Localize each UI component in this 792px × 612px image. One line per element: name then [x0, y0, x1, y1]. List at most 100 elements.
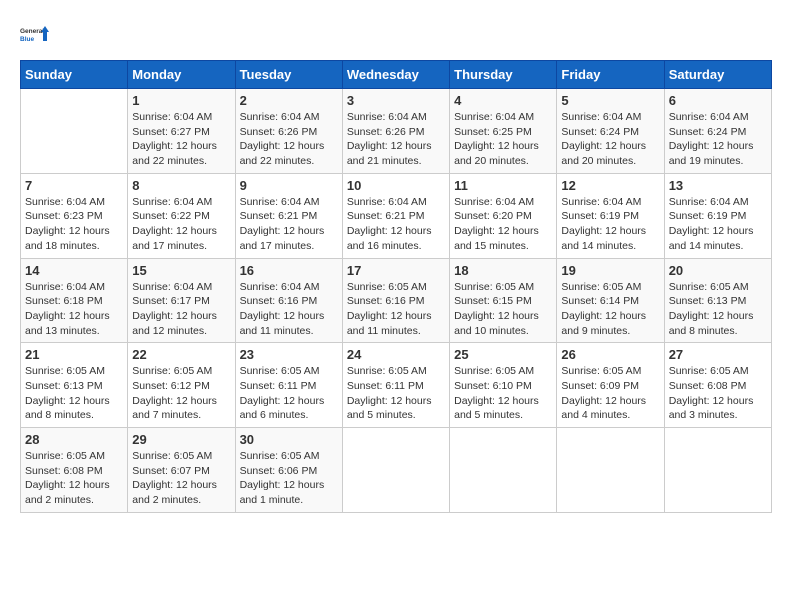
svg-text:Blue: Blue — [20, 36, 34, 43]
logo: GeneralBlue — [20, 20, 50, 50]
day-info: Sunrise: 6:04 AM Sunset: 6:21 PM Dayligh… — [240, 195, 338, 254]
weekday-header: Tuesday — [235, 61, 342, 89]
day-info: Sunrise: 6:04 AM Sunset: 6:26 PM Dayligh… — [240, 110, 338, 169]
calendar-cell: 3 Sunrise: 6:04 AM Sunset: 6:26 PM Daylig… — [342, 89, 449, 174]
calendar-table: SundayMondayTuesdayWednesdayThursdayFrid… — [20, 60, 772, 513]
day-number: 22 — [132, 347, 230, 362]
day-info: Sunrise: 6:04 AM Sunset: 6:24 PM Dayligh… — [561, 110, 659, 169]
day-number: 20 — [669, 263, 767, 278]
day-number: 15 — [132, 263, 230, 278]
calendar-cell: 6 Sunrise: 6:04 AM Sunset: 6:24 PM Daylig… — [664, 89, 771, 174]
day-info: Sunrise: 6:05 AM Sunset: 6:07 PM Dayligh… — [132, 449, 230, 508]
day-info: Sunrise: 6:05 AM Sunset: 6:16 PM Dayligh… — [347, 280, 445, 339]
day-number: 6 — [669, 93, 767, 108]
calendar-cell: 29Sunrise: 6:05 AM Sunset: 6:07 PM Dayli… — [128, 428, 235, 513]
day-info: Sunrise: 6:04 AM Sunset: 6:20 PM Dayligh… — [454, 195, 552, 254]
day-number: 18 — [454, 263, 552, 278]
calendar-week: 14 Sunrise: 6:04 AM Sunset: 6:18 PM Dayli… — [21, 258, 772, 343]
day-number: 9 — [240, 178, 338, 193]
day-info: Sunrise: 6:05 AM Sunset: 6:08 PM Dayligh… — [25, 449, 123, 508]
day-info: Sunrise: 6:05 AM Sunset: 6:09 PM Dayligh… — [561, 364, 659, 423]
day-number: 13 — [669, 178, 767, 193]
weekday-header: Saturday — [664, 61, 771, 89]
day-info: Sunrise: 6:05 AM Sunset: 6:13 PM Dayligh… — [669, 280, 767, 339]
calendar-cell: 21Sunrise: 6:05 AM Sunset: 6:13 PM Dayli… — [21, 343, 128, 428]
day-info: Sunrise: 6:05 AM Sunset: 6:11 PM Dayligh… — [240, 364, 338, 423]
calendar-cell — [450, 428, 557, 513]
day-number: 11 — [454, 178, 552, 193]
svg-text:General: General — [20, 28, 44, 35]
day-info: Sunrise: 6:05 AM Sunset: 6:13 PM Dayligh… — [25, 364, 123, 423]
calendar-cell: 11 Sunrise: 6:04 AM Sunset: 6:20 PM Dayli… — [450, 173, 557, 258]
calendar-cell: 28 Sunrise: 6:05 AM Sunset: 6:08 PM Dayli… — [21, 428, 128, 513]
weekday-header: Monday — [128, 61, 235, 89]
day-info: Sunrise: 6:05 AM Sunset: 6:10 PM Dayligh… — [454, 364, 552, 423]
day-info: Sunrise: 6:04 AM Sunset: 6:17 PM Dayligh… — [132, 280, 230, 339]
day-number: 19 — [561, 263, 659, 278]
weekday-header: Sunday — [21, 61, 128, 89]
calendar-cell: 4 Sunrise: 6:04 AM Sunset: 6:25 PM Daylig… — [450, 89, 557, 174]
day-number: 1 — [132, 93, 230, 108]
page-header: GeneralBlue — [20, 20, 772, 50]
calendar-cell — [557, 428, 664, 513]
day-info: Sunrise: 6:05 AM Sunset: 6:15 PM Dayligh… — [454, 280, 552, 339]
day-info: Sunrise: 6:04 AM Sunset: 6:23 PM Dayligh… — [25, 195, 123, 254]
day-number: 14 — [25, 263, 123, 278]
day-number: 5 — [561, 93, 659, 108]
day-info: Sunrise: 6:04 AM Sunset: 6:16 PM Dayligh… — [240, 280, 338, 339]
calendar-cell — [664, 428, 771, 513]
calendar-cell: 14 Sunrise: 6:04 AM Sunset: 6:18 PM Dayli… — [21, 258, 128, 343]
day-info: Sunrise: 6:05 AM Sunset: 6:11 PM Dayligh… — [347, 364, 445, 423]
calendar-cell: 15 Sunrise: 6:04 AM Sunset: 6:17 PM Dayli… — [128, 258, 235, 343]
calendar-cell: 30Sunrise: 6:05 AM Sunset: 6:06 PM Dayli… — [235, 428, 342, 513]
logo-icon: GeneralBlue — [20, 20, 50, 50]
day-number: 4 — [454, 93, 552, 108]
calendar-cell: 17 Sunrise: 6:05 AM Sunset: 6:16 PM Dayli… — [342, 258, 449, 343]
calendar-cell: 20 Sunrise: 6:05 AM Sunset: 6:13 PM Dayli… — [664, 258, 771, 343]
day-info: Sunrise: 6:04 AM Sunset: 6:27 PM Dayligh… — [132, 110, 230, 169]
day-number: 8 — [132, 178, 230, 193]
calendar-week: 7 Sunrise: 6:04 AM Sunset: 6:23 PM Daylig… — [21, 173, 772, 258]
day-number: 25 — [454, 347, 552, 362]
day-number: 16 — [240, 263, 338, 278]
day-number: 3 — [347, 93, 445, 108]
day-info: Sunrise: 6:04 AM Sunset: 6:24 PM Dayligh… — [669, 110, 767, 169]
calendar-week: 21Sunrise: 6:05 AM Sunset: 6:13 PM Dayli… — [21, 343, 772, 428]
calendar-cell: 19Sunrise: 6:05 AM Sunset: 6:14 PM Dayli… — [557, 258, 664, 343]
day-info: Sunrise: 6:04 AM Sunset: 6:21 PM Dayligh… — [347, 195, 445, 254]
calendar-cell: 10 Sunrise: 6:04 AM Sunset: 6:21 PM Dayli… — [342, 173, 449, 258]
calendar-cell — [342, 428, 449, 513]
day-info: Sunrise: 6:05 AM Sunset: 6:12 PM Dayligh… — [132, 364, 230, 423]
day-info: Sunrise: 6:04 AM Sunset: 6:18 PM Dayligh… — [25, 280, 123, 339]
day-number: 10 — [347, 178, 445, 193]
calendar-cell: 24Sunrise: 6:05 AM Sunset: 6:11 PM Dayli… — [342, 343, 449, 428]
calendar-cell: 9 Sunrise: 6:04 AM Sunset: 6:21 PM Daylig… — [235, 173, 342, 258]
calendar-cell: 26Sunrise: 6:05 AM Sunset: 6:09 PM Dayli… — [557, 343, 664, 428]
day-number: 17 — [347, 263, 445, 278]
calendar-cell: 23Sunrise: 6:05 AM Sunset: 6:11 PM Dayli… — [235, 343, 342, 428]
day-info: Sunrise: 6:05 AM Sunset: 6:06 PM Dayligh… — [240, 449, 338, 508]
day-number: 12 — [561, 178, 659, 193]
calendar-cell: 27Sunrise: 6:05 AM Sunset: 6:08 PM Dayli… — [664, 343, 771, 428]
weekday-header: Wednesday — [342, 61, 449, 89]
calendar-cell: 13 Sunrise: 6:04 AM Sunset: 6:19 PM Dayli… — [664, 173, 771, 258]
calendar-cell: 12 Sunrise: 6:04 AM Sunset: 6:19 PM Dayli… — [557, 173, 664, 258]
day-number: 7 — [25, 178, 123, 193]
calendar-cell: 7 Sunrise: 6:04 AM Sunset: 6:23 PM Daylig… — [21, 173, 128, 258]
calendar-cell: 16 Sunrise: 6:04 AM Sunset: 6:16 PM Dayli… — [235, 258, 342, 343]
calendar-cell: 1 Sunrise: 6:04 AM Sunset: 6:27 PM Daylig… — [128, 89, 235, 174]
day-info: Sunrise: 6:04 AM Sunset: 6:19 PM Dayligh… — [669, 195, 767, 254]
day-info: Sunrise: 6:04 AM Sunset: 6:26 PM Dayligh… — [347, 110, 445, 169]
calendar-cell: 25 Sunrise: 6:05 AM Sunset: 6:10 PM Dayli… — [450, 343, 557, 428]
day-number: 28 — [25, 432, 123, 447]
day-info: Sunrise: 6:04 AM Sunset: 6:19 PM Dayligh… — [561, 195, 659, 254]
calendar-week: 1 Sunrise: 6:04 AM Sunset: 6:27 PM Daylig… — [21, 89, 772, 174]
day-info: Sunrise: 6:04 AM Sunset: 6:22 PM Dayligh… — [132, 195, 230, 254]
calendar-body: 1 Sunrise: 6:04 AM Sunset: 6:27 PM Daylig… — [21, 89, 772, 513]
calendar-cell: 18 Sunrise: 6:05 AM Sunset: 6:15 PM Dayli… — [450, 258, 557, 343]
calendar-cell: 5 Sunrise: 6:04 AM Sunset: 6:24 PM Daylig… — [557, 89, 664, 174]
calendar-cell: 22 Sunrise: 6:05 AM Sunset: 6:12 PM Dayli… — [128, 343, 235, 428]
day-info: Sunrise: 6:04 AM Sunset: 6:25 PM Dayligh… — [454, 110, 552, 169]
weekday-header: Thursday — [450, 61, 557, 89]
calendar-header: SundayMondayTuesdayWednesdayThursdayFrid… — [21, 61, 772, 89]
